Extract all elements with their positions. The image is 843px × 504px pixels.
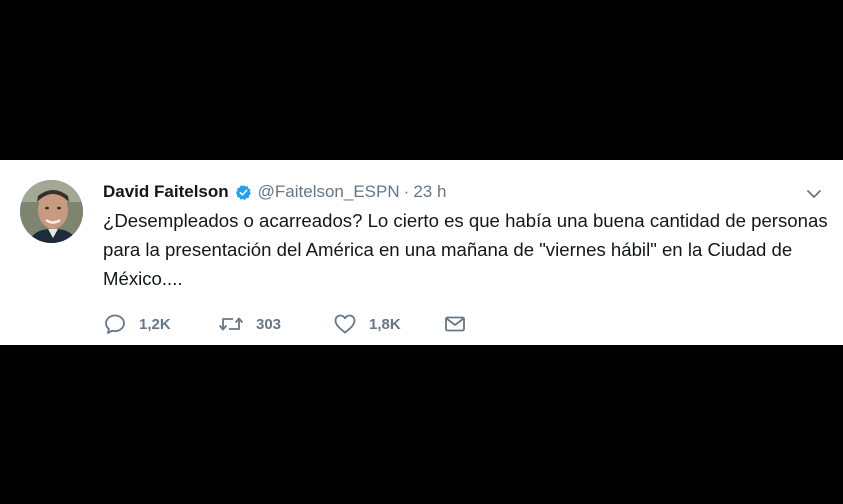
direct-message-button[interactable] — [443, 310, 467, 338]
verified-badge-icon — [235, 184, 252, 201]
tweet-card[interactable]: David Faitelson @Faitelson_ESPN · 23 h ¿… — [0, 160, 843, 345]
retweet-count: 303 — [256, 315, 282, 333]
reply-bubble-icon — [103, 312, 127, 336]
letterbox-top — [0, 0, 843, 160]
reply-count: 1,2K — [139, 315, 171, 333]
reply-button[interactable]: 1,2K — [103, 310, 218, 338]
retweet-button[interactable]: 303 — [218, 310, 333, 338]
avatar[interactable] — [20, 180, 83, 243]
chevron-down-icon[interactable] — [804, 184, 824, 204]
tweet-timestamp[interactable]: 23 h — [413, 182, 446, 202]
letterbox-bottom — [0, 345, 843, 504]
tweet-text: ¿Desempleados o acarreados? Lo cierto es… — [103, 210, 828, 289]
header-separator: · — [403, 182, 410, 201]
tweet-header: David Faitelson @Faitelson_ESPN · 23 h — [103, 180, 446, 204]
envelope-icon — [443, 312, 467, 336]
author-handle[interactable]: @Faitelson_ESPN — [258, 182, 400, 202]
author-name[interactable]: David Faitelson — [103, 182, 229, 202]
like-button[interactable]: 1,8K — [333, 310, 443, 338]
heart-icon — [333, 312, 357, 336]
avatar-photo — [20, 180, 83, 243]
tweet-actions: 1,2K 303 1,8K — [103, 310, 467, 338]
retweet-icon — [218, 312, 244, 336]
like-count: 1,8K — [369, 315, 401, 333]
